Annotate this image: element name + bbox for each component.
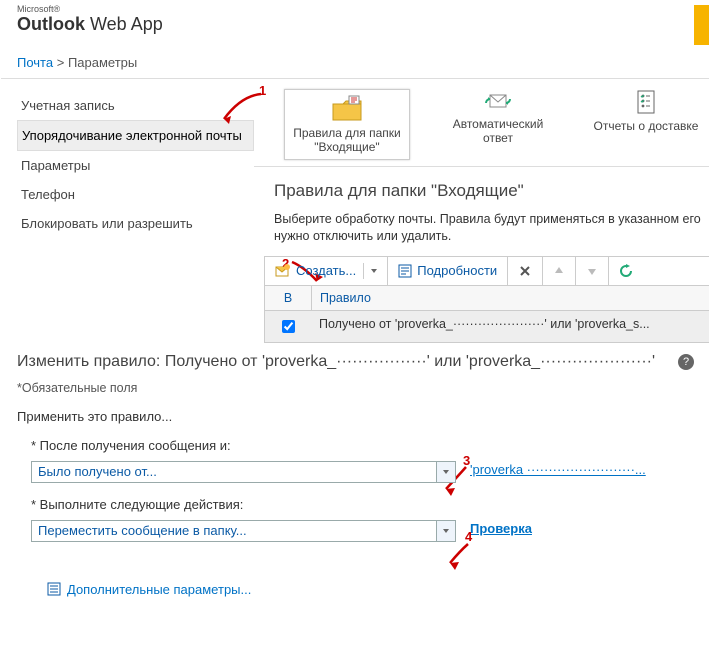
section-title: Правила для папки "Входящие" — [274, 181, 709, 201]
condition-input[interactable] — [31, 461, 456, 483]
table-row[interactable]: Получено от 'proverka_··················… — [265, 310, 709, 342]
logo-outlook: Outlook — [17, 14, 85, 34]
required-fields-label: *Обязательные поля — [17, 381, 694, 395]
refresh-button[interactable] — [609, 257, 643, 285]
advanced-options-icon — [47, 582, 61, 596]
nav-parameters[interactable]: Параметры — [17, 151, 254, 180]
action-label: * Выполните следующие действия: — [31, 497, 694, 512]
edit-rule-title-row: Изменить правило: Получено от 'proverka_… — [17, 353, 694, 371]
breadcrumb-mail[interactable]: Почта — [17, 55, 53, 70]
chevron-down-icon — [443, 529, 449, 533]
condition-label: * После получения сообщения и: — [31, 438, 694, 453]
edit-rule-panel: Изменить правило: Получено от 'proverka_… — [1, 343, 709, 597]
logo: Microsoft® Outlook Web App — [17, 5, 163, 35]
section-description: Выберите обработку почты. Правила будут … — [274, 211, 709, 246]
arrow-annotation-4 — [442, 541, 474, 571]
condition-value-link[interactable]: 'proverka ·························... — [470, 462, 646, 477]
rules-table: В Правило Получено от 'proverka_········… — [264, 286, 709, 343]
breadcrumb: Почта > Параметры — [1, 45, 709, 78]
action-combo[interactable] — [31, 520, 456, 542]
nav-phone[interactable]: Телефон — [17, 180, 254, 209]
move-down-button[interactable] — [576, 257, 609, 285]
advanced-options-link[interactable]: Дополнительные параметры... — [47, 582, 694, 597]
arrow-up-icon — [553, 265, 565, 277]
ribbon-autoreply[interactable]: Автоматический ответ — [438, 89, 558, 146]
create-rule-label: Создать... — [296, 263, 356, 278]
condition-combo[interactable] — [31, 461, 456, 483]
dropdown-icon — [371, 269, 377, 273]
details-icon — [398, 264, 412, 278]
delete-icon — [518, 264, 532, 278]
table-header: В Правило — [265, 286, 709, 310]
apply-rule-label: Применить это правило... — [17, 409, 694, 424]
content-pane: Правила для папки "Входящие" Автоматичес… — [254, 87, 709, 343]
folder-rules-icon — [331, 94, 363, 122]
help-icon[interactable]: ? — [678, 354, 694, 370]
new-mail-icon — [275, 264, 291, 278]
move-up-button[interactable] — [543, 257, 576, 285]
split-divider — [363, 263, 364, 279]
details-label: Подробности — [417, 263, 497, 278]
delivery-reports-icon — [634, 89, 658, 115]
condition-dropdown-button[interactable] — [436, 462, 455, 482]
column-rule[interactable]: Правило — [311, 286, 709, 310]
logo-webapp: Web App — [85, 14, 163, 34]
nav-block-allow[interactable]: Блокировать или разрешить — [17, 209, 254, 238]
rule-text: Получено от 'proverka_··················… — [311, 311, 709, 342]
refresh-icon — [619, 264, 633, 278]
ribbon: Правила для папки "Входящие" Автоматичес… — [254, 87, 709, 166]
rules-toolbar: Создать... Подробности — [264, 256, 709, 286]
chevron-down-icon — [443, 470, 449, 474]
rule-enabled-checkbox[interactable] — [265, 311, 311, 342]
ribbon-autoreply-label: Автоматический ответ — [438, 117, 558, 146]
action-dropdown-button[interactable] — [436, 521, 455, 541]
action-value-link[interactable]: Проверка — [470, 521, 532, 536]
details-button[interactable]: Подробности — [388, 257, 508, 285]
ribbon-inbox-rules-label: Правила для папки "Входящие" — [287, 126, 407, 155]
edit-rule-title: Изменить правило: Получено от 'proverka_… — [17, 353, 655, 371]
header-accent — [694, 5, 709, 45]
ribbon-reports-label: Отчеты о доставке — [594, 119, 699, 133]
create-rule-button[interactable]: Создать... — [265, 257, 388, 285]
advanced-options-label: Дополнительные параметры... — [67, 582, 251, 597]
autoreply-icon — [484, 89, 512, 113]
action-input[interactable] — [31, 520, 456, 542]
ribbon-divider — [254, 166, 709, 167]
divider — [1, 78, 709, 79]
ribbon-inbox-rules[interactable]: Правила для папки "Входящие" — [284, 89, 410, 160]
checkbox[interactable] — [282, 320, 295, 333]
ribbon-reports[interactable]: Отчеты о доставке — [586, 89, 706, 133]
delete-button[interactable] — [508, 257, 543, 285]
app-header: Microsoft® Outlook Web App — [1, 1, 709, 45]
logo-app-name: Outlook Web App — [17, 15, 163, 35]
breadcrumb-params: Параметры — [68, 55, 137, 70]
arrow-down-icon — [586, 265, 598, 277]
column-enabled[interactable]: В — [265, 286, 311, 310]
breadcrumb-sep: > — [57, 55, 65, 70]
